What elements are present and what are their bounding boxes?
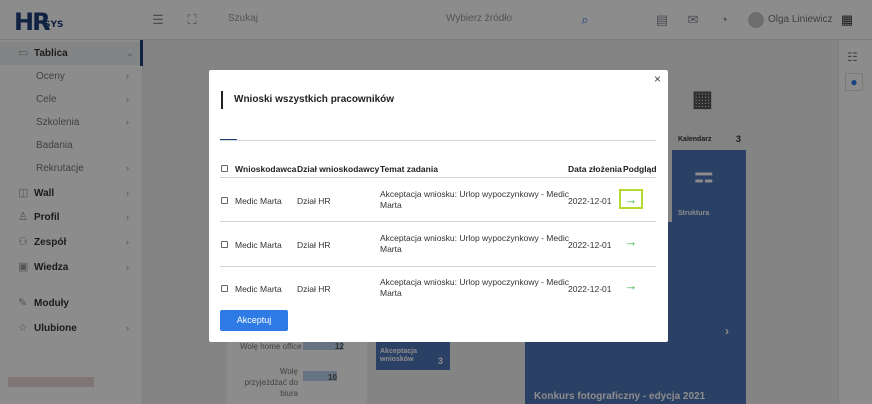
row-department: Dział HR bbox=[297, 284, 331, 294]
column-header-preview[interactable]: Podgląd bbox=[623, 164, 657, 174]
close-icon[interactable]: × bbox=[654, 72, 661, 86]
row-checkbox[interactable] bbox=[221, 241, 228, 248]
row-department: Dział HR bbox=[297, 196, 331, 206]
row-applicant: Medic Marta bbox=[235, 240, 282, 250]
preview-arrow-icon[interactable]: → bbox=[619, 233, 643, 253]
row-date: 2022-12-01 bbox=[568, 240, 612, 250]
preview-arrow-icon[interactable]: → bbox=[619, 277, 643, 297]
row-department: Dział HR bbox=[297, 240, 331, 250]
column-header-subject[interactable]: Temat zadania bbox=[380, 164, 438, 174]
modal-title: Wnioski wszystkich pracowników bbox=[234, 94, 395, 105]
row-subject: Akceptacja wniosku: Urlop wypoczynkowy -… bbox=[380, 277, 569, 298]
column-header-applicant[interactable]: Wnioskodawca bbox=[235, 164, 296, 174]
row-checkbox[interactable] bbox=[221, 285, 228, 292]
row-date: 2022-12-01 bbox=[568, 284, 612, 294]
column-header-date[interactable]: Data złożenia bbox=[568, 164, 622, 174]
table-header-divider bbox=[220, 177, 656, 178]
preview-arrow-icon[interactable]: → bbox=[619, 189, 643, 209]
row-subject: Akceptacja wniosku: Urlop wypoczynkowy -… bbox=[380, 233, 569, 254]
row-applicant: Medic Marta bbox=[235, 284, 282, 294]
requests-modal: × Wnioski wszystkich pracowników Wniosko… bbox=[209, 70, 668, 342]
row-checkbox[interactable] bbox=[221, 197, 228, 204]
column-header-department[interactable]: Dział wnioskodawcy bbox=[297, 164, 379, 174]
row-applicant: Medic Marta bbox=[235, 196, 282, 206]
row-date: 2022-12-01 bbox=[568, 196, 612, 206]
tab-active[interactable] bbox=[220, 119, 237, 141]
row-divider bbox=[220, 266, 656, 267]
row-divider bbox=[220, 221, 656, 222]
accept-button[interactable]: Akceptuj bbox=[220, 310, 288, 331]
title-accent-bar bbox=[221, 91, 223, 109]
row-subject: Akceptacja wniosku: Urlop wypoczynkowy -… bbox=[380, 189, 569, 210]
tabs-divider bbox=[220, 140, 656, 141]
select-all-checkbox[interactable] bbox=[221, 165, 228, 172]
